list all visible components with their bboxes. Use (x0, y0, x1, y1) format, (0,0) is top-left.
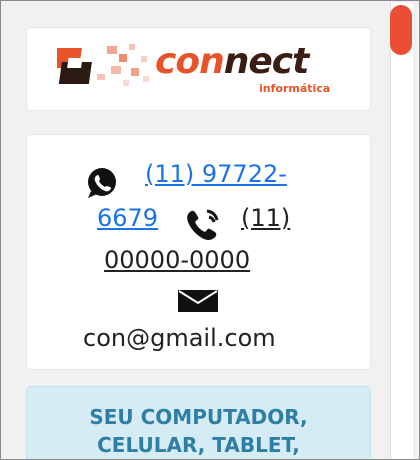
logo-word-main: con (155, 41, 225, 82)
sidebar-content: connect informática (11) 97722- 6679 (11… (1, 1, 385, 459)
logo-word-accent: nect (223, 41, 310, 82)
whatsapp-icon (88, 168, 116, 198)
envelope-icon (178, 290, 218, 312)
phone-number-link-line1[interactable]: (11) (241, 203, 290, 233)
sidebar-panel: connect informática (11) 97722- 6679 (11… (0, 0, 420, 460)
logo-card[interactable]: connect informática (27, 28, 370, 110)
contact-card: (11) 97722- 6679 (11) 00000-0000 con@gma… (27, 135, 370, 369)
connect-logo-icon (57, 44, 149, 86)
promo-banner: SEU COMPUTADOR, CELULAR, TABLET, (27, 387, 370, 459)
scrollbar-thumb[interactable] (390, 5, 412, 55)
whatsapp-number-link-line2[interactable]: 6679 (97, 203, 158, 233)
promo-line-2: CELULAR, TABLET, (97, 433, 300, 457)
whatsapp-number-link-line1[interactable]: (11) 97722- (145, 159, 287, 189)
phone-ringing-icon (187, 209, 219, 240)
scrollbar-track[interactable] (390, 3, 413, 459)
logo-tagline: informática (259, 82, 331, 95)
email-address: con@gmail.com (83, 324, 276, 352)
logo-wordmark: connect (155, 41, 310, 82)
promo-text: SEU COMPUTADOR, CELULAR, TABLET, (27, 403, 370, 459)
promo-line-1: SEU COMPUTADOR, (89, 405, 308, 429)
phone-number-link-line2[interactable]: 00000-0000 (104, 245, 250, 275)
